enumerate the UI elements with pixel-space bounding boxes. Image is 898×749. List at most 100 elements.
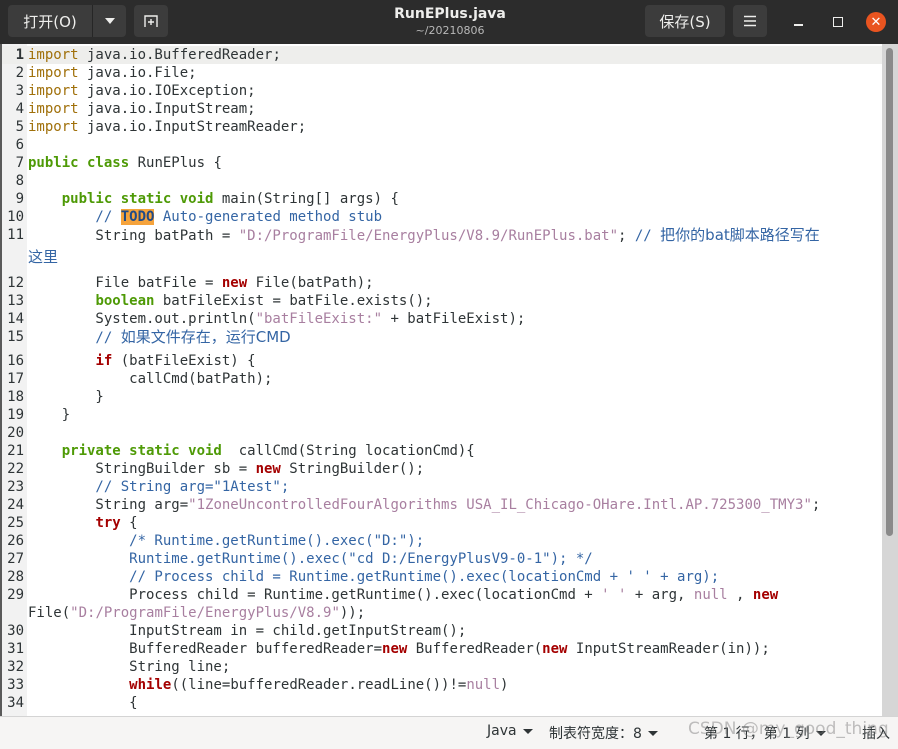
code-token: StringBuilder sb = <box>28 461 256 477</box>
save-label: 保存(S) <box>659 12 711 31</box>
code-text: // TODO Auto-generated method stub <box>28 208 382 226</box>
close-icon: ✕ <box>866 12 886 32</box>
code-token: java.io.IOException; <box>78 83 256 99</box>
code-token: BufferedReader bufferedReader= <box>28 641 383 657</box>
language-selector[interactable]: Java <box>487 723 533 739</box>
code-line[interactable]: 30 InputStream in = child.getInputStream… <box>2 622 882 640</box>
code-token: String arg= <box>28 497 189 513</box>
save-button[interactable]: 保存(S) <box>645 5 725 37</box>
line-number: 9 <box>15 191 24 207</box>
code-token: public static void <box>61 191 214 207</box>
code-line[interactable]: 34 { <box>2 694 882 712</box>
code-line[interactable]: 7 public class RunEPlus { <box>2 154 882 172</box>
code-line[interactable]: 28 // Process child = Runtime.getRuntime… <box>2 568 882 586</box>
code-line[interactable]: 13 boolean batFileExist = batFile.exists… <box>2 292 882 310</box>
scrollbar-thumb[interactable] <box>886 48 893 536</box>
todo-highlight: TODO <box>120 209 155 225</box>
line-number: 31 <box>7 641 24 657</box>
minimize-icon <box>793 24 803 26</box>
code-line[interactable]: 27 Runtime.getRuntime().exec("cd D:/Ener… <box>2 550 882 568</box>
code-token: File batFile = <box>28 275 222 291</box>
code-line[interactable]: 10 // TODO Auto-generated method stub <box>2 208 882 226</box>
code-token: 这里 <box>28 248 59 266</box>
code-token: Auto-generated method stub <box>154 209 383 225</box>
code-line[interactable]: 23 // String arg="1Atest"; <box>2 478 882 496</box>
code-line[interactable]: 29 Process child = Runtime.getRuntime().… <box>2 586 882 604</box>
maximize-button[interactable] <box>826 10 850 34</box>
code-token: { <box>28 695 138 711</box>
code-token: new <box>382 641 408 657</box>
code-text: import java.io.BufferedReader; <box>28 46 281 64</box>
code-token: // <box>28 209 121 225</box>
code-token: (batFileExist) { <box>112 353 256 369</box>
code-line[interactable]: 19 } <box>2 406 882 424</box>
open-recent-dropdown[interactable] <box>92 5 126 37</box>
line-number: 29 <box>7 587 24 603</box>
code-text: private static void callCmd(String locat… <box>28 442 475 460</box>
code-line[interactable]: 17 callCmd(batPath); <box>2 370 882 388</box>
line-number: 25 <box>7 515 24 531</box>
line-number: 12 <box>7 275 24 291</box>
maximize-icon <box>833 17 843 27</box>
code-editor[interactable]: 1 import java.io.BufferedReader; 2 import j… <box>0 44 882 716</box>
code-text: Process child = Runtime.getRuntime().exe… <box>28 586 778 604</box>
code-line[interactable]: 14 System.out.println("batFileExist:" + … <box>2 310 882 328</box>
line-number: 2 <box>15 65 24 81</box>
code-line[interactable]: 26 /* Runtime.getRuntime().exec("D:"); <box>2 532 882 550</box>
code-line[interactable]: 12 File batFile = new File(batPath); <box>2 274 882 292</box>
code-line[interactable]: 33 while((line=bufferedReader.readLine()… <box>2 676 882 694</box>
code-token: BufferedReader( <box>407 641 543 657</box>
code-line[interactable]: 4 import java.io.InputStream; <box>2 100 882 118</box>
code-line[interactable]: 16 if (batFileExist) { <box>2 352 882 370</box>
code-text: import java.io.IOException; <box>28 82 256 100</box>
code-token: // String arg="1Atest"; <box>28 479 290 495</box>
code-line[interactable]: 8 <box>2 172 882 190</box>
code-token: // <box>634 228 661 244</box>
tab-width-selector[interactable]: 制表符宽度：8 <box>549 723 658 743</box>
status-bar: Java 制表符宽度：8 第 1 行，第 1 列 插入 CSDN @my_goo… <box>0 716 898 749</box>
code-token: StringBuilder(); <box>280 461 425 477</box>
code-token: File(batPath); <box>247 275 374 291</box>
code-line[interactable]: 24 String arg="1ZoneUncontrolledFourAlgo… <box>2 496 882 514</box>
code-line[interactable]: 31 BufferedReader bufferedReader=new Buf… <box>2 640 882 658</box>
code-token: java.io.BufferedReader; <box>78 47 281 63</box>
code-token: // Process child = Runtime.getRuntime().… <box>28 569 720 585</box>
file-path: ~/20210806 <box>415 24 485 37</box>
code-token: System.out.println( <box>28 311 256 327</box>
code-token: Runtime.getRuntime().exec("cd D:/EnergyP… <box>28 551 593 567</box>
code-line[interactable]: 5 import java.io.InputStreamReader; <box>2 118 882 136</box>
code-text: File batFile = new File(batPath); <box>28 274 374 292</box>
new-tab-button[interactable] <box>134 5 168 37</box>
code-line[interactable]: 6 <box>2 136 882 154</box>
code-token: if <box>95 353 113 369</box>
code-line[interactable]: 2 import java.io.File; <box>2 64 882 82</box>
code-line[interactable]: 21 private static void callCmd(String lo… <box>2 442 882 460</box>
code-line[interactable]: 20 <box>2 424 882 442</box>
code-line[interactable]: 22 StringBuilder sb = new StringBuilder(… <box>2 460 882 478</box>
code-line[interactable]: 32 String line; <box>2 658 882 676</box>
vertical-scrollbar[interactable] <box>882 44 898 716</box>
code-token: null <box>466 677 501 693</box>
line-number: 8 <box>15 173 24 189</box>
open-button[interactable]: 打开(O) <box>8 5 92 37</box>
chevron-down-icon <box>104 18 115 24</box>
close-button[interactable]: ✕ <box>864 10 888 34</box>
code-line[interactable]: 18 } <box>2 388 882 406</box>
code-token: "D:/ProgramFile/EnergyPlus/V8.9/RunEPlus… <box>238 228 619 244</box>
code-line[interactable]: 9 public static void main(String[] args)… <box>2 190 882 208</box>
code-line[interactable]: 25 try { <box>2 514 882 532</box>
minimize-button[interactable] <box>786 10 810 34</box>
code-token: 如果文件存在，运行CMD <box>120 328 291 346</box>
code-text: // 如果文件存在，运行CMD <box>28 328 291 347</box>
code-text: // String arg="1Atest"; <box>28 478 289 496</box>
code-line[interactable]: 15 // 如果文件存在，运行CMD <box>2 328 882 352</box>
code-line[interactable]: 1 import java.io.BufferedReader; <box>2 46 882 64</box>
window-title: RunEPlus.java ~/20210806 <box>300 5 600 38</box>
code-token: /* Runtime.getRuntime().exec("D:"); <box>28 533 425 549</box>
code-line[interactable]: 11 String batPath = "D:/ProgramFile/Ener… <box>2 226 882 250</box>
open-label: 打开(O) <box>23 12 77 31</box>
code-token: import <box>28 119 79 135</box>
menu-button[interactable] <box>733 5 767 37</box>
code-line[interactable]: 3 import java.io.IOException; <box>2 82 882 100</box>
